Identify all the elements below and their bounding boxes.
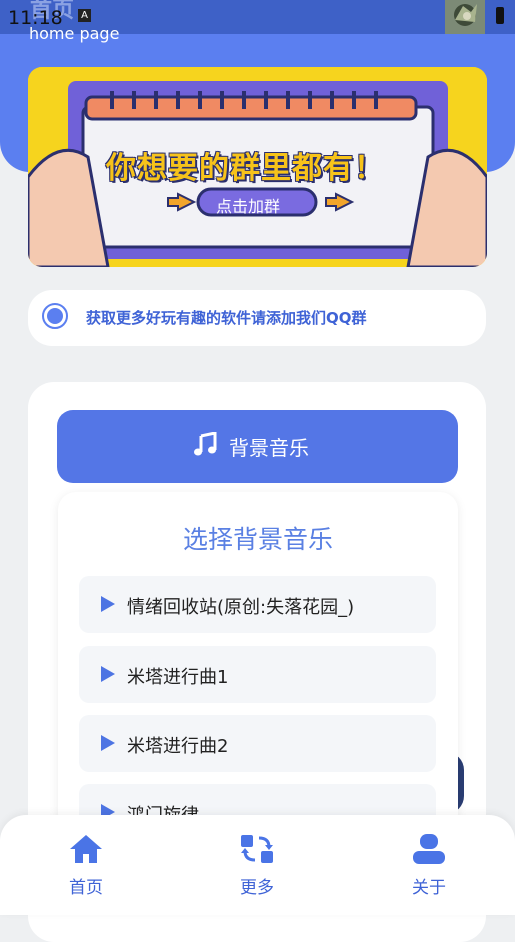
music-select-popup: 选择背景音乐 情绪回收站(原创:失落花园_) 米塔进行曲1 米塔进行曲2 鸿门旋…: [58, 492, 458, 841]
page-subtitle: home page: [29, 24, 120, 43]
song-item[interactable]: 米塔进行曲1: [79, 646, 436, 703]
notification-icon: A: [78, 9, 91, 22]
background-music-button[interactable]: 背景音乐: [57, 410, 458, 483]
music-button-label: 背景音乐: [229, 436, 309, 460]
tab-home-label: 首页: [69, 878, 103, 898]
song-name: 米塔进行曲1: [127, 667, 229, 688]
tab-about[interactable]: 关于: [379, 833, 479, 905]
play-icon: [101, 596, 115, 612]
user-icon: [413, 834, 445, 864]
music-note-icon: [193, 431, 219, 462]
song-item[interactable]: 米塔进行曲2: [79, 715, 436, 772]
popup-title: 选择背景音乐: [182, 525, 333, 554]
play-icon: [101, 735, 115, 751]
tab-about-label: 关于: [412, 878, 446, 898]
radio-icon: [42, 303, 68, 329]
banner-headline: 你想要的群里都有！: [106, 151, 385, 186]
status-bar: 首页 11:18 A home page: [0, 0, 515, 43]
swap-icon: [241, 835, 273, 863]
song-name: 米塔进行曲2: [127, 736, 229, 757]
home-icon: [70, 835, 102, 863]
battery-icon: [496, 7, 504, 24]
bottom-tab-bar: 首页 更多 关于: [0, 815, 515, 915]
play-icon: [101, 666, 115, 682]
tab-home[interactable]: 首页: [36, 833, 136, 905]
tab-more-label: 更多: [240, 878, 274, 898]
song-name: 情绪回收站(原创:失落花园_): [127, 597, 355, 618]
join-group-button[interactable]: 点击加群: [216, 193, 280, 217]
notice-text: 获取更多好玩有趣的软件请添加我们QQ群: [86, 309, 367, 327]
join-group-banner[interactable]: 你想要的群里都有！ 点击加群: [28, 67, 487, 267]
qq-group-notice[interactable]: 获取更多好玩有趣的软件请添加我们QQ群: [28, 290, 486, 346]
avatar[interactable]: [445, 0, 485, 34]
tab-more[interactable]: 更多: [207, 833, 307, 905]
song-item[interactable]: 情绪回收站(原创:失落花园_): [79, 576, 436, 633]
